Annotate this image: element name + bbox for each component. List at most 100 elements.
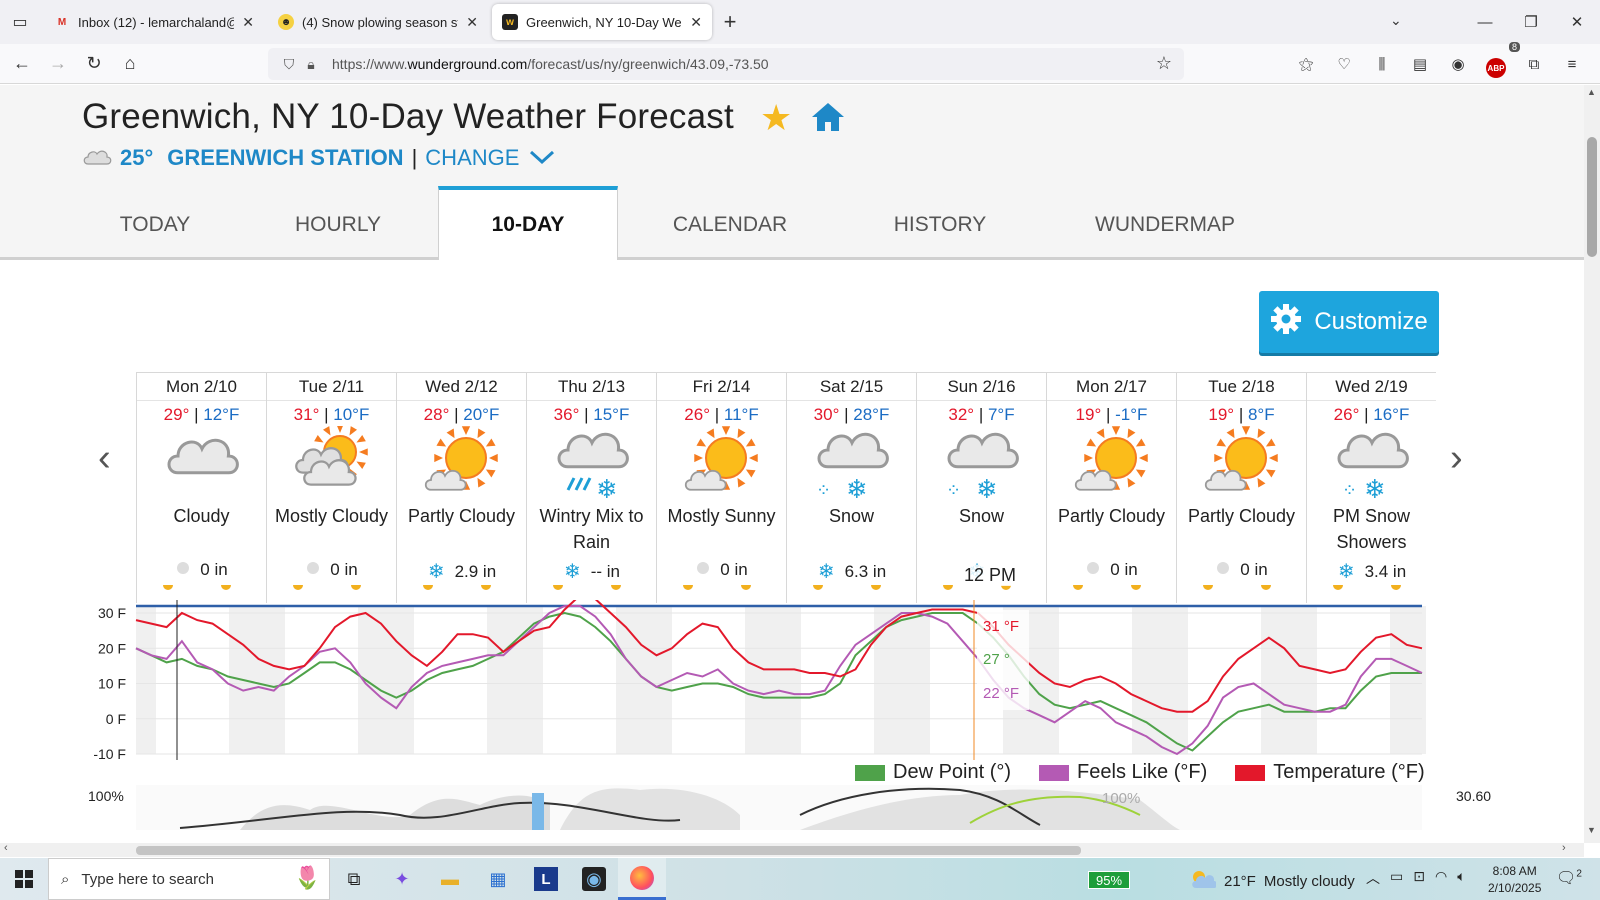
tab-today[interactable]: TODAY [90, 189, 220, 260]
browser-tab[interactable]: ☻ (4) Snow plowing season started ✕ [268, 4, 488, 40]
precip-chart[interactable]: 100% [80, 785, 1440, 830]
forecast-day[interactable]: Tue 2/11 31° | 10°F Mostly Cloudy 0 in [266, 373, 396, 603]
url-bar[interactable]: ⛉ 🔒︎ https://www.wunderground.com/foreca… [268, 48, 1184, 80]
forecast-day[interactable]: Mon 2/17 19° | -1°F Partly Cloudy 0 in [1046, 373, 1176, 603]
forecast-day[interactable]: Wed 2/19 26° | 16°F ⁘ ❄ PM Snow Showers ❄… [1306, 373, 1436, 603]
shield-icon[interactable]: ⛉ [278, 56, 300, 73]
firefox-icon[interactable] [618, 858, 666, 900]
scroll-right-icon[interactable]: › [1562, 842, 1566, 854]
night-band [910, 606, 930, 754]
lock-icon[interactable]: 🔒︎ [300, 56, 322, 73]
sidebar-icon[interactable]: ▤ [1402, 46, 1438, 82]
tray-app-icon[interactable]: ⊡ [1413, 868, 1425, 888]
forecast-day[interactable]: Tue 2/18 19° | 8°F Partly Cloudy 0 in [1176, 373, 1306, 603]
clock-date: 2/10/2025 [1488, 881, 1542, 895]
tab-hourly[interactable]: HOURLY [268, 189, 408, 260]
volume-icon[interactable]: 🔈︎ [1457, 868, 1465, 888]
url-text[interactable]: https://www.wunderground.com/forecast/us… [332, 56, 769, 72]
windows-start-icon[interactable] [0, 858, 48, 900]
minimize-icon[interactable]: — [1462, 0, 1508, 44]
display-icon[interactable]: ▭ [1390, 868, 1403, 888]
browser-tab-active[interactable]: w Greenwich, NY 10-Day Weather Forecast … [492, 4, 712, 40]
daylight-row [137, 585, 267, 591]
bookmark-star-icon[interactable]: ☆ [1156, 53, 1172, 74]
low-temp: 28°F [853, 405, 890, 424]
new-tab-icon[interactable]: + [712, 0, 748, 44]
scrollbar-thumb[interactable] [136, 846, 1081, 855]
reload-icon[interactable]: ↻ [76, 46, 112, 82]
taskbar-weather[interactable]: 21°F Mostly cloudy [1190, 869, 1355, 893]
close-tab-icon[interactable]: ✕ [690, 14, 702, 31]
close-window-icon[interactable]: ✕ [1554, 0, 1600, 44]
legend-feels-like[interactable]: Feels Like (°F) [1039, 761, 1207, 784]
vertical-scrollbar[interactable]: ▲ ▼ [1584, 85, 1600, 843]
close-tab-icon[interactable]: ✕ [466, 14, 478, 31]
forecast-day[interactable]: Thu 2/13 36° | 15°F ❄ Wintry Mix to Rain… [526, 373, 656, 603]
copilot-icon[interactable]: ✦ [378, 858, 426, 900]
favorite-star-icon[interactable]: ★ [760, 97, 792, 139]
chevron-down-icon[interactable]: ⌄ [1390, 12, 1402, 29]
file-explorer-icon[interactable]: ▬ [426, 858, 474, 900]
tab-10-day[interactable]: 10-DAY [438, 186, 618, 260]
forecast-day[interactable]: Mon 2/10 29° | 12°F Cloudy 0 in [136, 373, 266, 603]
precip-amount: ❄ -- in [527, 559, 657, 584]
day-temps: 28° | 20°F [423, 405, 500, 424]
customize-label: Customize [1314, 308, 1428, 335]
taskbar-clock[interactable]: 8:08 AM 2/10/2025 [1488, 863, 1541, 897]
forecast-day[interactable]: Fri 2/14 26° | 11°F Mostly Sunny 0 in [656, 373, 786, 603]
horizontal-scrollbar[interactable]: ‹ › [0, 842, 1584, 857]
daylight-row [397, 585, 527, 591]
reading-list-icon[interactable]: ⚝ [1288, 46, 1324, 82]
tab-list-icon[interactable]: ▭ [0, 0, 40, 44]
scroll-up-icon[interactable]: ▲ [1587, 87, 1596, 97]
tab-calendar[interactable]: CALENDAR [660, 189, 800, 260]
forecast-day[interactable]: Wed 2/12 28° | 20°F Partly Cloudy ❄ 2.9 i… [396, 373, 526, 603]
tab-history[interactable]: HISTORY [870, 189, 1010, 260]
scrollbar-thumb[interactable] [1587, 137, 1597, 257]
high-temp: 19° [1075, 405, 1102, 424]
temperature-chart[interactable]: 30 F 20 F 10 F 0 F -10 F 31 °F 27 ° 22 °F [80, 600, 1440, 760]
snow-showers-icon: ⁘ ❄ [1307, 425, 1436, 503]
customize-button[interactable]: Customize [1259, 291, 1439, 353]
station-row: 25° GREENWICH STATION | CHANGE [82, 145, 555, 171]
restore-icon[interactable]: ❐ [1508, 0, 1554, 44]
pocket-icon[interactable]: ♡ [1326, 46, 1362, 82]
tab-wundermap[interactable]: WUNDERMAP [1080, 189, 1250, 260]
chevron-down-icon[interactable] [529, 145, 555, 171]
browser-tab[interactable]: M Inbox (12) - lemarchaland@gmail.com ✕ [44, 4, 264, 40]
legend-dew-point[interactable]: Dew Point (°) [855, 761, 1011, 784]
wifi-icon[interactable]: ◠ [1435, 868, 1447, 888]
library-icon[interactable]: ⫼ [1364, 46, 1400, 82]
notifications-icon[interactable]: 🗨︎2 [1556, 868, 1582, 888]
scroll-down-icon[interactable]: ▼ [1587, 825, 1596, 835]
taskbar-search[interactable]: ⌕ Type here to search 🌷 [48, 858, 330, 900]
task-view-icon[interactable]: ⧉ [330, 858, 378, 900]
scroll-left-icon[interactable]: ‹ [4, 842, 8, 854]
sunset-icon [611, 585, 621, 590]
menu-icon[interactable]: ≡ [1554, 46, 1590, 82]
l-app-icon[interactable]: L [522, 858, 570, 900]
forecast-day[interactable]: Sat 2/15 30° | 28°F ⁘ ❄ Snow ❄ 6.3 in [786, 373, 916, 603]
cloudy-icon [137, 425, 266, 503]
adblock-icon[interactable]: ABP 8 [1478, 42, 1520, 82]
readout-temp: 31 °F [983, 618, 1019, 635]
snow-icon: ⁘ ❄ [787, 425, 916, 503]
chevron-up-icon[interactable]: ︿ [1366, 868, 1380, 888]
day-temps: 29° | 12°F [163, 405, 240, 424]
account-icon[interactable]: ◉ [1440, 46, 1476, 82]
close-tab-icon[interactable]: ✕ [242, 14, 254, 31]
station-name[interactable]: GREENWICH STATION [167, 145, 403, 171]
readout-dew: 27 ° [983, 651, 1010, 668]
battery-indicator[interactable]: 95% [1088, 871, 1130, 889]
forward-arrow-icon[interactable]: → [40, 46, 76, 82]
extensions-icon[interactable]: ⧉ [1516, 46, 1552, 82]
back-arrow-icon[interactable]: ← [4, 46, 40, 82]
previous-arrow-icon[interactable]: ‹ [98, 437, 111, 480]
camera-app-icon[interactable]: ◉ [570, 858, 618, 900]
store-icon[interactable]: ▦ [474, 858, 522, 900]
legend-temperature[interactable]: Temperature (°F) [1235, 761, 1425, 784]
change-station-link[interactable]: CHANGE [425, 145, 519, 171]
home-location-icon[interactable] [810, 101, 846, 138]
next-arrow-icon[interactable]: › [1450, 437, 1463, 480]
home-icon[interactable]: ⌂ [112, 46, 148, 82]
